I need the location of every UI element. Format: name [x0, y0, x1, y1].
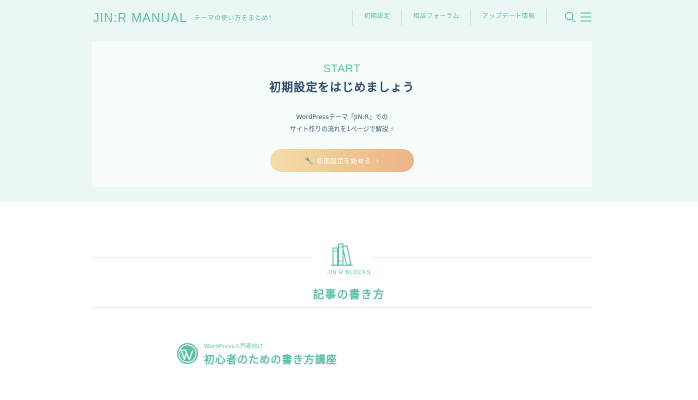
section-label: JIN:R BLOCKS: [327, 270, 371, 276]
start-setup-button-label: 初期設定を始める: [316, 158, 372, 165]
start-desc-line2: サイト作りの流れを1ページで解説 ☝: [289, 126, 395, 133]
course-title-link[interactable]: 初心者のための書き方講座: [204, 352, 337, 367]
nav-item-forum[interactable]: 相談フォーラム: [401, 9, 470, 25]
section-title: 記事の書き方: [313, 288, 385, 301]
start-eyebrow: START: [323, 63, 361, 75]
hamburger-menu-icon[interactable]: [580, 11, 592, 23]
books-icon: [331, 243, 353, 266]
start-setup-button[interactable]: 🔧 初期設定を始める ›: [270, 149, 414, 172]
chevron-right-icon: ›: [376, 156, 380, 165]
wordpress-icon[interactable]: [176, 342, 199, 365]
nav-item-updates[interactable]: アップデート情報: [470, 9, 547, 25]
site-logo[interactable]: JIN:R MANUAL: [93, 11, 187, 25]
site-tagline: テーマの使い方をまとめ！: [194, 15, 276, 22]
global-nav: 初期設定 相談フォーラム アップデート情報: [352, 9, 547, 25]
start-card: START 初期設定をはじめましょう WordPressテーマ「JIN:R」での…: [92, 41, 592, 187]
section-divider-bottom: [92, 307, 592, 308]
nav-item-initial-setup[interactable]: 初期設定: [352, 9, 401, 25]
start-description: WordPressテーマ「JIN:R」での サイト作りの流れを1ページで解説 ☝: [92, 112, 592, 136]
course-subtitle: WordPress入門者向け: [204, 344, 264, 350]
search-icon[interactable]: [564, 11, 576, 23]
start-desc-line1: WordPressテーマ「JIN:R」での: [296, 114, 388, 121]
wrench-icon: 🔧: [304, 156, 314, 165]
start-title: 初期設定をはじめましょう: [269, 80, 415, 94]
